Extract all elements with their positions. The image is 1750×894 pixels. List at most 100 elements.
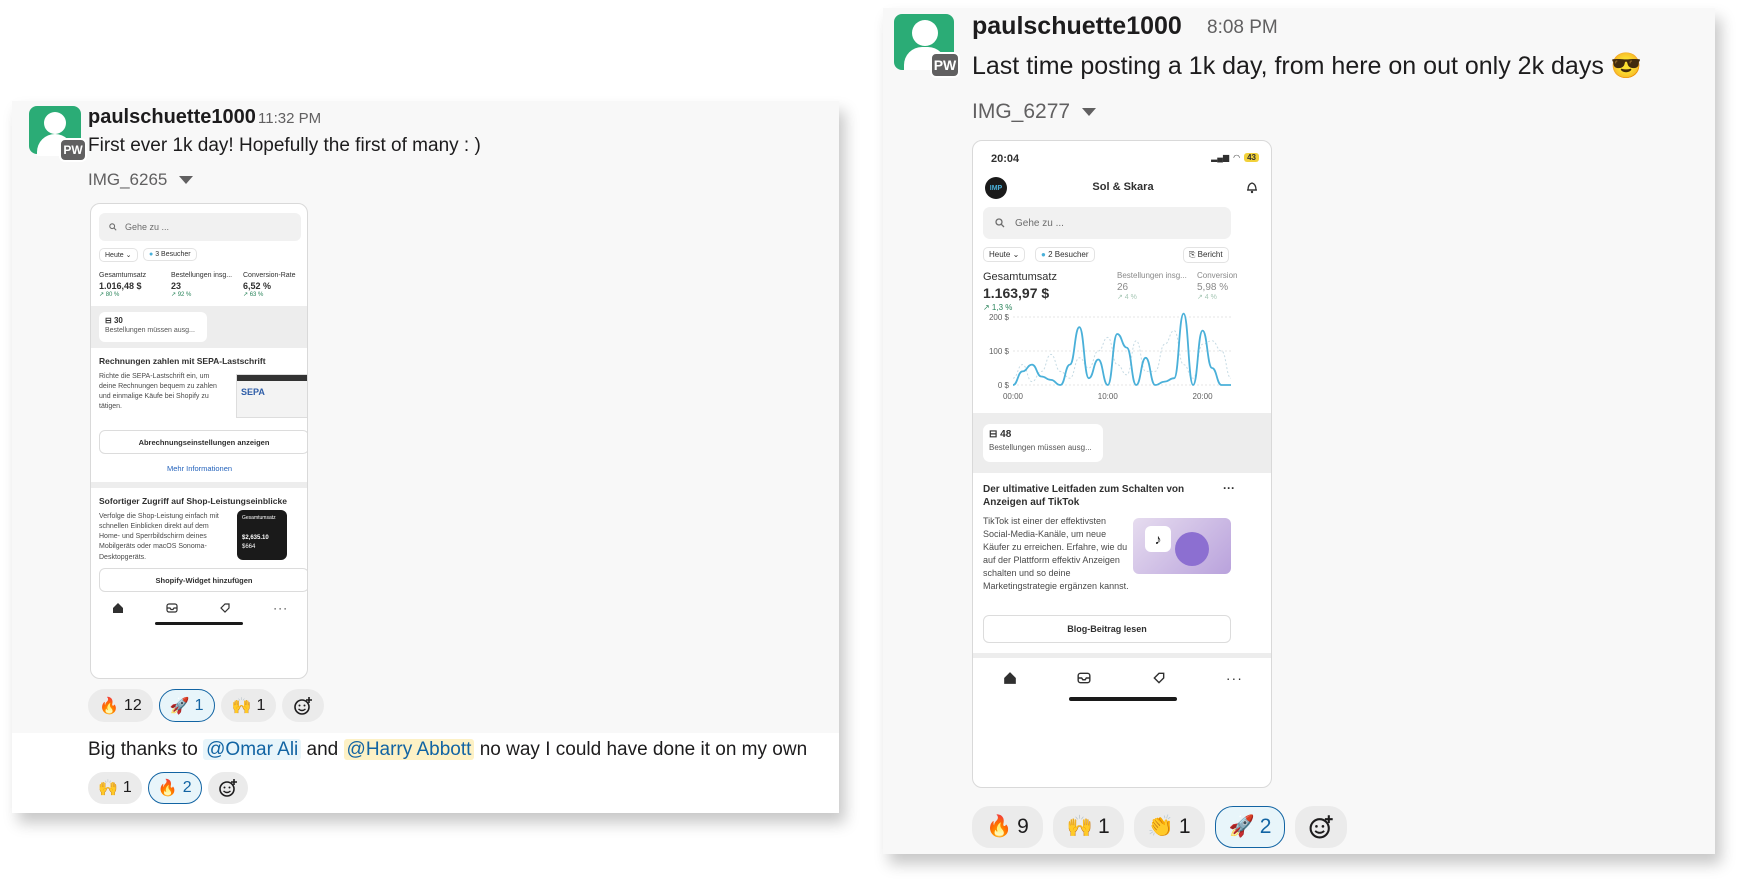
more-options-icon[interactable]: ··· <box>1223 481 1235 495</box>
sepa-image: SEPA <box>236 374 307 418</box>
timestamp-right[interactable]: 8:08 PM <box>1207 17 1278 39</box>
billing-settings-button[interactable]: Abrechnungseinstellungen anzeigen <box>99 430 307 454</box>
reaction-count: 9 <box>1017 815 1029 838</box>
metric-label: Gesamtumsatz <box>983 271 1057 283</box>
message-text-left: First ever 1k day! Hopefully the first o… <box>88 135 481 156</box>
widget-add-button[interactable]: Shopify-Widget hinzufügen <box>99 568 307 592</box>
orders-card[interactable]: ⊟ 30 Bestellungen müssen ausg... <box>99 312 207 342</box>
reaction-raised-hands[interactable]: 🙌 1 <box>88 772 142 804</box>
followup-suffix: no way I could have done it on my own <box>479 739 808 760</box>
chevron-down-icon[interactable] <box>179 176 194 184</box>
reaction-fire[interactable]: 🔥 12 <box>88 689 153 722</box>
reaction-raised-hands[interactable]: 🙌 1 <box>1052 806 1124 848</box>
home-icon[interactable] <box>112 602 124 614</box>
followup-reactions: 🙌 1 🔥 2 <box>88 772 248 804</box>
orders-count: 48 <box>1000 429 1012 440</box>
reaction-count: 1 <box>1098 815 1110 838</box>
search-icon <box>109 223 117 231</box>
add-reaction-button[interactable] <box>1295 806 1348 848</box>
add-reaction-button[interactable] <box>207 772 248 804</box>
home-indicator <box>155 622 243 625</box>
reaction-fire[interactable]: 🔥 9 <box>972 806 1043 848</box>
mention-omar-ali[interactable]: @Omar Ali <box>203 739 302 760</box>
user-avatar-right[interactable]: PW <box>894 14 960 78</box>
avatar-head <box>912 20 938 46</box>
report-icon: ⎘ <box>1189 250 1196 259</box>
search-bar[interactable]: Gehe zu ... <box>983 207 1231 239</box>
blog-text: TikTok ist einer der effektivsten Social… <box>983 516 1129 592</box>
more-info-link[interactable]: Mehr Informationen <box>167 464 232 473</box>
more-icon[interactable]: ··· <box>1226 670 1243 686</box>
divider-band <box>91 482 307 488</box>
metric-change: ↗ 63 % <box>243 292 264 298</box>
metric-orders[interactable]: Bestellungen insg... 23 ↗ 92 % <box>171 272 232 298</box>
add-reaction-button[interactable] <box>282 689 325 722</box>
visitors-pill[interactable]: ● 2 Besucher <box>1035 247 1095 262</box>
metric-label: Bestellungen insg... <box>171 272 233 279</box>
widget-preview: Gesamtumsatz $2,635.10 $664 <box>237 510 287 560</box>
inbox-icon: ⊟ <box>989 429 998 440</box>
reaction-fire[interactable]: 🔥 2 <box>147 772 202 804</box>
tag-icon[interactable] <box>1152 671 1166 685</box>
filter-today[interactable]: Heute ⌄ <box>99 248 138 262</box>
file-name-left[interactable]: IMG_6265 <box>88 170 194 190</box>
x-tick-label: 10:00 <box>1098 392 1119 401</box>
home-icon[interactable] <box>1003 671 1017 685</box>
screenshot-right[interactable]: 20:04 ▂▄▆ ◠ 43 IMP Sol & Skara Gehe zu .… <box>972 140 1272 788</box>
sunglasses-emoji-icon: 😎 <box>1610 52 1642 80</box>
metric-value: 1.016,48 $ <box>99 281 142 291</box>
inbox-icon[interactable] <box>166 602 178 614</box>
raised-hands-icon: 🙌 <box>231 697 252 715</box>
metric-value: 5,98 % <box>1197 282 1229 293</box>
inbox-icon[interactable] <box>1077 671 1091 685</box>
bell-icon[interactable] <box>1245 180 1259 194</box>
filter-today[interactable]: Heute ⌄ <box>983 247 1026 262</box>
username-right[interactable]: paulschuette1000 <box>972 12 1182 41</box>
file-name-right[interactable]: IMG_6277 <box>972 100 1097 124</box>
home-indicator <box>1069 697 1177 701</box>
fire-icon: 🔥 <box>99 697 119 715</box>
metric-orders[interactable]: Bestellungen insg... 26 ↗ 4 % <box>1117 271 1187 301</box>
sales-series-line <box>1012 312 1231 386</box>
more-icon[interactable]: ··· <box>273 601 288 615</box>
bottom-tab-bar: ··· <box>973 661 1271 695</box>
raised-hands-icon: 🙌 <box>98 780 118 797</box>
timestamp-left[interactable]: 11:32 PM <box>258 110 321 127</box>
avatar-head <box>44 112 66 134</box>
reaction-count: 1 <box>194 696 204 714</box>
rocket-icon: 🚀 <box>169 697 190 715</box>
user-avatar-left[interactable]: PW <box>29 106 87 162</box>
sales-line-chart[interactable]: 0 $ 100 $ 200 $ 00:00 10:00 20:00 <box>973 309 1272 409</box>
tag-icon[interactable] <box>219 602 231 614</box>
sepa-image-bar <box>237 375 307 381</box>
add-emoji-icon <box>1309 815 1334 839</box>
metric-sales[interactable]: Gesamtumsatz 1.163,97 $ ↗ 1,3 % <box>983 271 1057 312</box>
reaction-clap[interactable]: 👏 1 <box>1133 806 1205 848</box>
visitors-pill[interactable]: ● 3 Besucher <box>143 248 197 261</box>
report-button[interactable]: ⎘ Bericht <box>1183 247 1229 263</box>
metric-sales[interactable]: Gesamtumsatz 1.016,48 $ ↗ 80 % <box>99 272 146 298</box>
metric-conversion[interactable]: Conversion 5,98 % ↗ 4 % <box>1197 271 1237 301</box>
metric-value: 26 <box>1117 282 1129 293</box>
orders-card[interactable]: ⊟ 48 Bestellungen müssen ausg... <box>983 424 1103 462</box>
store-name: Sol & Skara <box>1092 181 1154 193</box>
search-bar[interactable]: Gehe zu ... <box>99 213 301 241</box>
metric-conversion[interactable]: Conversion-Rate 6,52 % ↗ 63 % <box>243 272 296 298</box>
read-blog-button[interactable]: Blog-Beitrag lesen <box>983 615 1231 643</box>
metric-label: Gesamtumsatz <box>99 272 147 279</box>
metric-change: ↗ 4 % <box>1117 294 1137 301</box>
reaction-rocket[interactable]: 🚀 1 <box>158 689 215 722</box>
add-emoji-icon <box>218 779 237 797</box>
reaction-count: 1 <box>122 779 132 796</box>
filter-today-label: Heute <box>105 252 124 259</box>
reaction-rocket[interactable]: 🚀 2 <box>1214 806 1286 848</box>
username-left[interactable]: paulschuette1000 <box>88 106 256 129</box>
file-name-label: IMG_6265 <box>88 170 168 189</box>
sepa-logo: SEPA <box>241 387 265 397</box>
y-tick-label: 200 $ <box>989 313 1010 322</box>
reaction-raised-hands[interactable]: 🙌 1 <box>220 689 277 722</box>
mention-harry-abbott[interactable]: @Harry Abbott <box>343 739 475 760</box>
battery-icon: 43 <box>1244 153 1259 162</box>
chevron-down-icon[interactable] <box>1082 108 1097 116</box>
screenshot-left[interactable]: Gehe zu ... Heute ⌄ ● 3 Besucher Gesamtu… <box>90 203 308 679</box>
